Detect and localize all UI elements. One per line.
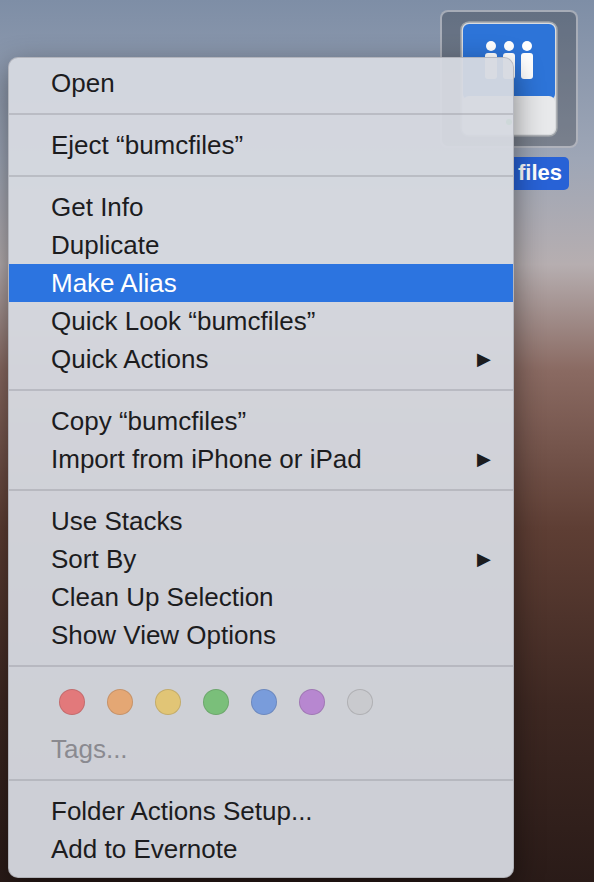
- tag-color-dot[interactable]: [155, 689, 181, 715]
- menu-item[interactable]: Quick Actions ▶: [9, 340, 513, 378]
- menu-item-label: Sort By: [51, 544, 136, 575]
- menu-separator: [9, 489, 513, 491]
- menu-item[interactable]: Make Alias: [9, 264, 513, 302]
- menu-item-label: Tags...: [51, 734, 128, 765]
- menu-item-label: Get Info: [51, 192, 144, 223]
- menu-item[interactable]: Open: [9, 64, 513, 102]
- menu-item-label: Quick Look “bumcfiles”: [51, 306, 315, 337]
- menu-item-label: Import from iPhone or iPad: [51, 444, 362, 475]
- menu-item-label: Folder Actions Setup...: [51, 796, 313, 827]
- menu-item[interactable]: Folder Actions Setup...: [9, 792, 513, 830]
- menu-group: Open: [9, 64, 513, 102]
- context-menu: Open Eject “bumcfiles” Get Info Duplicate Ma…: [8, 57, 514, 878]
- menu-item[interactable]: Eject “bumcfiles”: [9, 126, 513, 164]
- drive-label[interactable]: files: [514, 157, 569, 190]
- menu-group: Eject “bumcfiles”: [9, 126, 513, 164]
- menu-item-label: Eject “bumcfiles”: [51, 130, 243, 161]
- tag-color-dot[interactable]: [251, 689, 277, 715]
- tags-group: Tags...: [9, 678, 513, 768]
- menu-separator: [9, 113, 513, 115]
- menu-item-label: Open: [51, 68, 115, 99]
- tag-color-dot[interactable]: [203, 689, 229, 715]
- menu-item[interactable]: Clean Up Selection: [9, 578, 513, 616]
- menu-group: Use Stacks Sort By ▶ Clean Up Selection Show…: [9, 502, 513, 654]
- menu-item[interactable]: Add to Evernote: [9, 830, 513, 868]
- submenu-arrow-icon: ▶: [477, 448, 491, 470]
- menu-separator: [9, 665, 513, 667]
- menu-separator: [9, 389, 513, 391]
- tag-color-dot[interactable]: [59, 689, 85, 715]
- menu-separator: [9, 175, 513, 177]
- menu-group: Copy “bumcfiles”Import from iPhone or iP…: [9, 402, 513, 478]
- menu-item-label: Copy “bumcfiles”: [51, 406, 246, 437]
- menu-item-label: Use Stacks: [51, 506, 183, 537]
- menu-item-label: Duplicate: [51, 230, 159, 261]
- tag-color-dot[interactable]: [347, 689, 373, 715]
- menu-group: Get Info Duplicate Make Alias Quick Look “b…: [9, 188, 513, 378]
- menu-item[interactable]: Use Stacks: [9, 502, 513, 540]
- menu-item[interactable]: Get Info: [9, 188, 513, 226]
- tag-colors: [9, 683, 513, 721]
- menu-item[interactable]: Copy “bumcfiles”: [9, 402, 513, 440]
- tag-color-dot[interactable]: [107, 689, 133, 715]
- submenu-arrow-icon: ▶: [477, 548, 491, 570]
- menu-group: Folder Actions Setup... Add to Evernote: [9, 792, 513, 868]
- menu-item[interactable]: Quick Look “bumcfiles”: [9, 302, 513, 340]
- menu-item-label: Make Alias: [51, 268, 177, 299]
- menu-item[interactable]: Import from iPhone or iPad ▶: [9, 440, 513, 478]
- menu-item[interactable]: Sort By ▶: [9, 540, 513, 578]
- menu-item-label: Clean Up Selection: [51, 582, 274, 613]
- menu-item[interactable]: Duplicate: [9, 226, 513, 264]
- tag-color-dot[interactable]: [299, 689, 325, 715]
- menu-item-label: Add to Evernote: [51, 834, 237, 865]
- menu-item-label: Quick Actions: [51, 344, 209, 375]
- desktop: files Open Eject “bumcfiles” Get Info Duplic…: [0, 0, 594, 882]
- menu-separator: [9, 779, 513, 781]
- tags-item[interactable]: Tags...: [9, 730, 513, 768]
- submenu-arrow-icon: ▶: [477, 348, 491, 370]
- menu-item-label: Show View Options: [51, 620, 276, 651]
- menu-item[interactable]: Show View Options: [9, 616, 513, 654]
